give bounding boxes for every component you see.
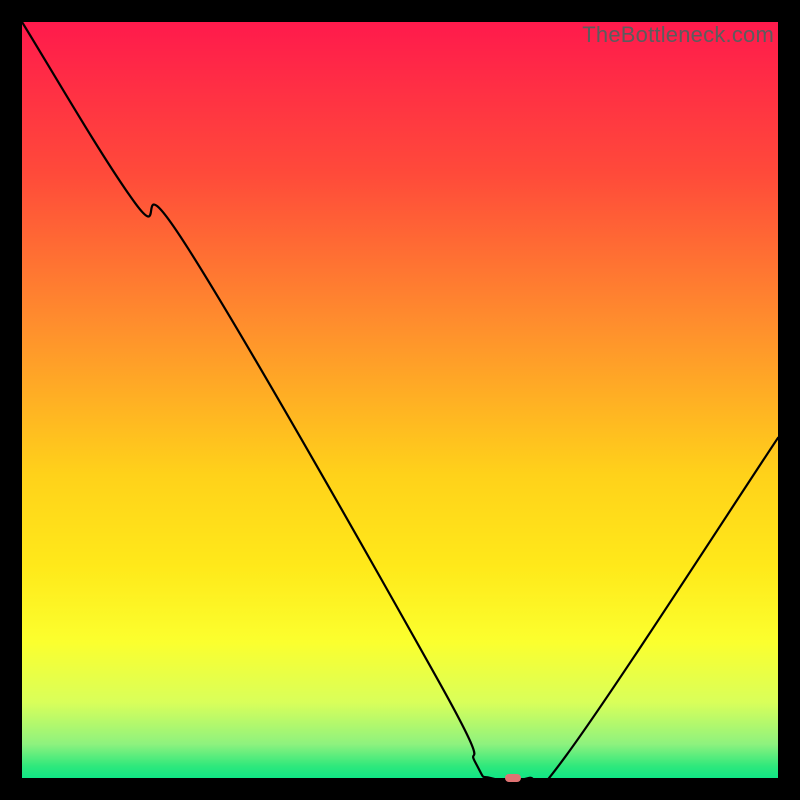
plot-area: TheBottleneck.com bbox=[22, 22, 778, 778]
optimum-marker bbox=[505, 774, 521, 782]
chart-stage: TheBottleneck.com bbox=[0, 0, 800, 800]
bottleneck-curve bbox=[22, 22, 778, 778]
